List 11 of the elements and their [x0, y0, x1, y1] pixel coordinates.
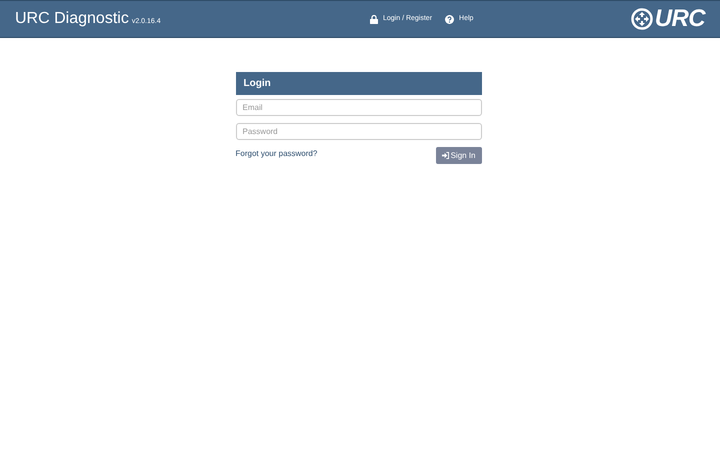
sign-in-button[interactable]: Sign In: [436, 147, 482, 164]
app-title: URC Diagnostic: [15, 9, 129, 29]
password-field[interactable]: Password: [236, 123, 482, 140]
lock-icon: [370, 14, 378, 24]
help-icon: [445, 14, 454, 24]
login-panel-header: Login: [236, 72, 482, 95]
email-field[interactable]: Email: [236, 99, 482, 116]
logo-wordmark: URC: [654, 7, 705, 31]
forgot-password-link[interactable]: Forgot your password?: [236, 148, 318, 164]
sign-in-icon: [442, 152, 449, 159]
logo-emblem-icon: [630, 8, 653, 30]
